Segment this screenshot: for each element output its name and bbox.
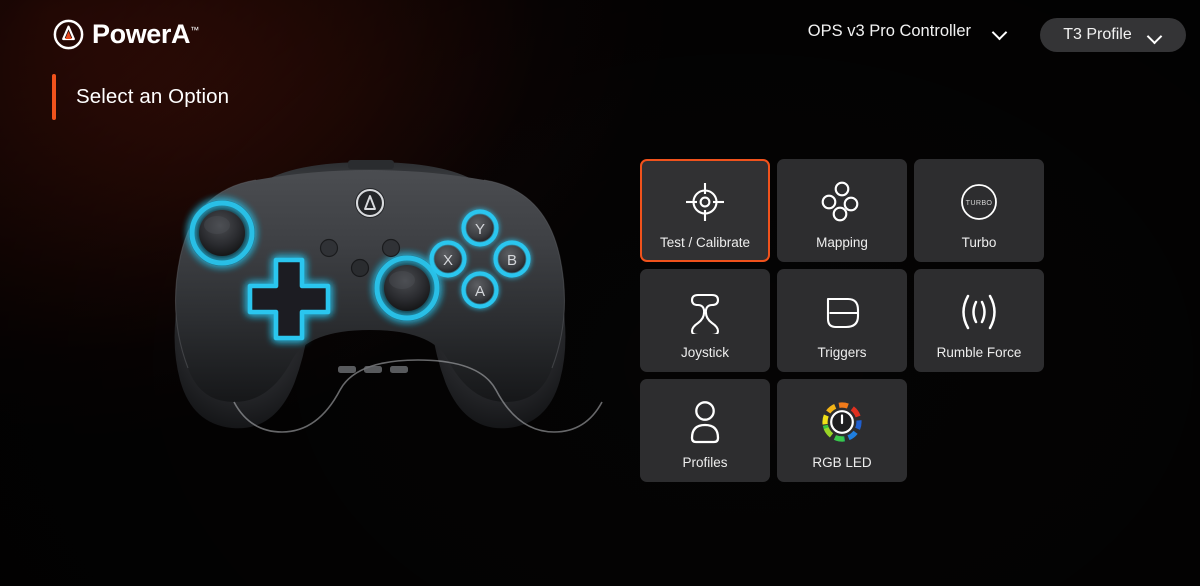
page-title-block: Select an Option	[52, 74, 229, 120]
crosshair-icon	[683, 178, 727, 226]
tile-test-calibrate[interactable]: Test / Calibrate	[640, 159, 770, 262]
tile-label: Mapping	[816, 235, 868, 250]
tile-label: Profiles	[682, 455, 728, 470]
tile-mapping[interactable]: Mapping	[777, 159, 907, 262]
trademark-symbol: ™	[190, 25, 200, 35]
svg-text:X: X	[443, 252, 453, 269]
device-name-label: OPS v3 Pro Controller	[807, 22, 971, 40]
face-button-a: A	[461, 271, 499, 309]
page-title: Select an Option	[76, 85, 230, 108]
profile-name-label: T3 Profile	[1063, 26, 1132, 43]
controller-preview: Y X B A	[110, 140, 630, 480]
joystick-icon	[681, 288, 729, 336]
svg-text:Y: Y	[475, 221, 485, 238]
face-button-y: Y	[461, 209, 499, 247]
tile-label: Triggers	[817, 345, 867, 360]
tile-joystick[interactable]: Joystick	[640, 269, 770, 372]
button-map-icon	[820, 178, 864, 226]
turbo-icon: TURBO	[957, 178, 1001, 226]
tile-profiles[interactable]: Profiles	[640, 379, 770, 482]
svg-text:A: A	[475, 283, 485, 300]
device-selector[interactable]: OPS v3 Pro Controller	[808, 22, 1008, 41]
tile-rumble-force[interactable]: Rumble Force	[914, 269, 1044, 372]
tile-label: Rumble Force	[936, 345, 1022, 360]
app-header: PowerA™ OPS v3 Pro Controller T3 Profile	[0, 0, 1200, 68]
rumble-icon	[952, 288, 1006, 336]
face-button-b: B	[493, 240, 531, 278]
controller-illustration: Y X B A	[174, 160, 603, 433]
title-accent-bar	[52, 74, 56, 120]
profile-selector[interactable]: T3 Profile	[1040, 18, 1186, 52]
tile-triggers[interactable]: Triggers	[777, 269, 907, 372]
chevron-down-icon	[1148, 31, 1163, 40]
tile-turbo[interactable]: TURBO Turbo	[914, 159, 1044, 262]
tile-label: Test / Calibrate	[659, 235, 751, 250]
svg-text:TURBO: TURBO	[966, 198, 993, 207]
left-analog-stick-icon	[189, 200, 255, 266]
chevron-down-icon	[993, 27, 1008, 36]
trigger-icon	[818, 288, 866, 336]
tile-label: Turbo	[961, 235, 997, 250]
right-analog-stick-icon	[374, 255, 440, 321]
powera-logo: PowerA™	[52, 18, 199, 51]
face-button-x: X	[429, 240, 467, 278]
powera-home-icon	[355, 188, 385, 218]
option-grid: Test / Calibrate Mapping TURBO Turbo Joy…	[640, 159, 1046, 482]
tile-label: RGB LED	[812, 455, 872, 470]
svg-text:B: B	[507, 252, 517, 269]
rgb-dial-icon	[819, 398, 865, 446]
app-footer: B Back A Select	[0, 500, 1200, 586]
powera-logo-icon	[52, 18, 85, 51]
brand-name: PowerA™	[92, 19, 200, 49]
tile-label: Joystick	[680, 345, 729, 360]
tile-rgb-led[interactable]: RGB LED	[777, 379, 907, 482]
app-root: PowerA™ OPS v3 Pro Controller T3 Profile…	[0, 0, 1200, 586]
person-icon	[683, 398, 727, 446]
